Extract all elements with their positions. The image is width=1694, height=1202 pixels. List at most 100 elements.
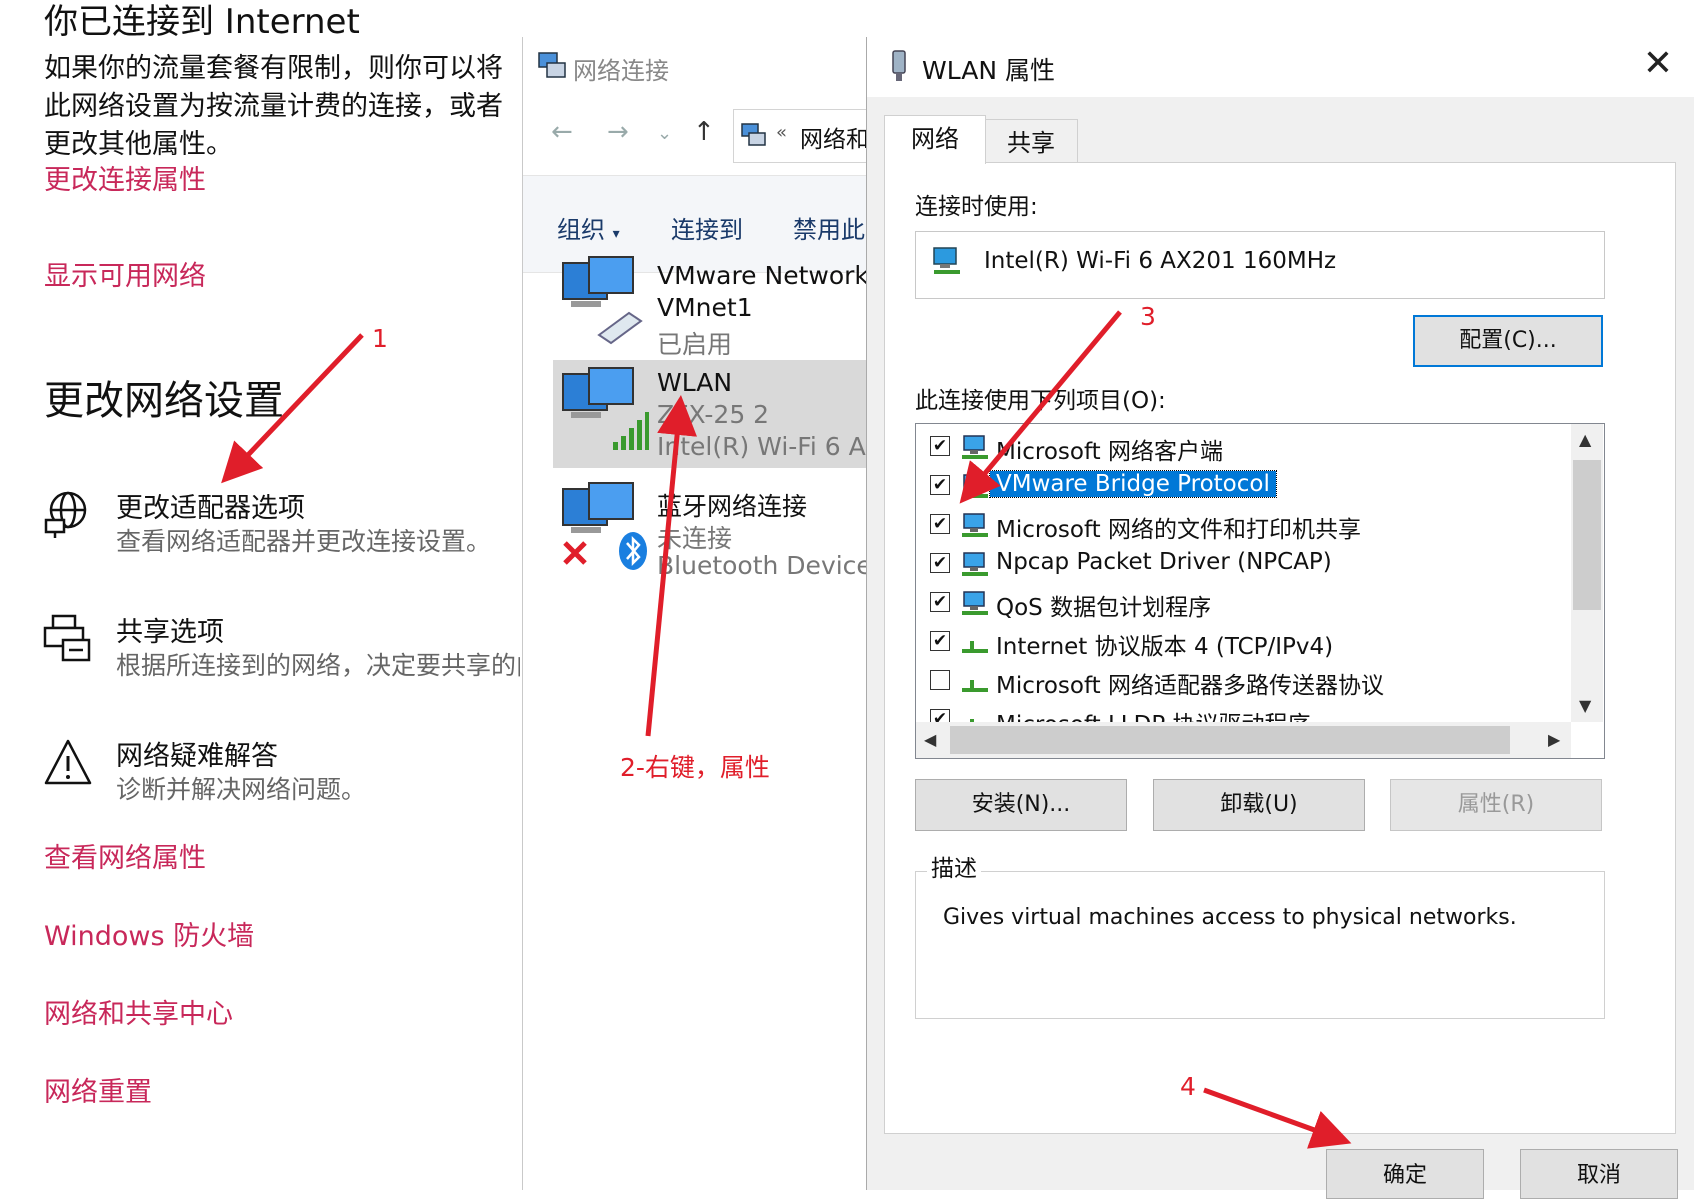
address-bar[interactable]: « 网络和 bbox=[733, 109, 871, 163]
component-checkbox[interactable]: ✔ bbox=[930, 592, 950, 612]
breadcrumb: 网络和 bbox=[800, 127, 869, 153]
protocol-icon bbox=[962, 680, 988, 692]
close-icon[interactable]: ✕ bbox=[1643, 43, 1673, 84]
dialog-titlebar: WLAN 属性 ✕ bbox=[867, 37, 1694, 97]
description-text: Gives virtual machines access to physica… bbox=[943, 905, 1517, 930]
vertical-scrollbar[interactable]: ▲ ▼ bbox=[1571, 424, 1603, 722]
connection-item-bluetooth[interactable]: 蓝牙网络连接 未连接 Bluetooth Device bbox=[553, 473, 871, 581]
network-component-icon bbox=[962, 474, 988, 498]
option-title: 共享选项 bbox=[116, 617, 224, 648]
network-component-icon bbox=[962, 435, 988, 459]
change-connection-properties-link[interactable]: 更改连接属性 bbox=[44, 158, 206, 197]
organize-menu[interactable]: 组织 ▾ bbox=[557, 210, 620, 245]
component-checkbox[interactable] bbox=[930, 670, 950, 690]
component-row[interactable]: ✔ Microsoft 网络客户端 bbox=[916, 428, 1571, 466]
component-label: Microsoft 网络适配器多路传送器协议 bbox=[996, 673, 1384, 699]
scroll-up-icon[interactable]: ▲ bbox=[1579, 430, 1591, 449]
network-component-icon bbox=[962, 591, 988, 615]
install-button[interactable]: 安装(N)... bbox=[915, 779, 1127, 831]
components-list: ✔ Microsoft 网络客户端 ✔ VMware Bridge Protocol ✔… bbox=[915, 423, 1605, 759]
network-adapter-icon bbox=[562, 256, 643, 345]
annotation-label-2: 2-右键，属性 bbox=[620, 753, 770, 782]
component-label: Npcap Packet Driver (NPCAP) bbox=[996, 549, 1332, 575]
tab-network[interactable]: 网络 bbox=[884, 115, 986, 164]
adapter-field: Intel(R) Wi-Fi 6 AX201 160MHz bbox=[915, 231, 1605, 299]
connection-network: VMnet1 bbox=[657, 293, 753, 322]
items-label: 此连接使用下列项目(O): bbox=[915, 388, 1166, 414]
back-icon[interactable]: ← bbox=[551, 117, 573, 147]
description-label: 描述 bbox=[927, 849, 981, 883]
breadcrumb-chevron-icon: « bbox=[776, 122, 788, 143]
annotation-label-4: 4 bbox=[1180, 1072, 1196, 1101]
component-checkbox[interactable]: ✔ bbox=[930, 553, 950, 573]
properties-button[interactable]: 属性(R) bbox=[1390, 779, 1602, 831]
forward-icon[interactable]: → bbox=[607, 117, 629, 147]
component-label: VMware Bridge Protocol bbox=[989, 470, 1277, 498]
connection-name: VMware Network bbox=[657, 261, 869, 290]
change-network-settings-heading: 更改网络设置 bbox=[44, 378, 284, 424]
option-title: 网络疑难解答 bbox=[116, 741, 278, 772]
printer-share-icon bbox=[43, 614, 91, 662]
horizontal-scrollbar[interactable]: ◀ ▶ bbox=[916, 722, 1571, 758]
network-sharing-center-link[interactable]: 网络和共享中心 bbox=[44, 992, 233, 1031]
network-troubleshooter[interactable]: 网络疑难解答 诊断并解决网络问题。 bbox=[40, 734, 520, 814]
network-tab-panel: 连接时使用: Intel(R) Wi-Fi 6 AX201 160MHz 配置(… bbox=[884, 162, 1676, 1134]
up-icon[interactable]: ↑ bbox=[693, 117, 715, 147]
network-reset-link[interactable]: 网络重置 bbox=[44, 1070, 152, 1109]
cancel-button[interactable]: 取消 bbox=[1520, 1149, 1678, 1199]
connection-status: 已启用 bbox=[657, 330, 733, 359]
connection-network: ZFX-25 2 bbox=[657, 400, 770, 429]
uninstall-button[interactable]: 卸载(U) bbox=[1153, 779, 1365, 831]
option-description: 根据所连接到的网络，决定要共享的内容。 bbox=[116, 651, 520, 680]
connection-item-wlan[interactable]: WLAN ZFX-25 2 Intel(R) Wi-Fi 6 AX bbox=[553, 360, 871, 468]
component-label: Microsoft 网络客户端 bbox=[996, 439, 1223, 465]
annotation-label-3: 3 bbox=[1140, 302, 1156, 331]
scroll-left-icon[interactable]: ◀ bbox=[924, 730, 936, 749]
component-label: Microsoft 网络的文件和打印机共享 bbox=[996, 517, 1361, 543]
dialog-title: WLAN 属性 bbox=[922, 56, 1055, 85]
change-adapter-options[interactable]: 更改适配器选项 查看网络适配器并更改连接设置。 bbox=[40, 486, 540, 566]
configure-button[interactable]: 配置(C)... bbox=[1413, 315, 1603, 367]
component-row[interactable]: ✔ Microsoft 网络的文件和打印机共享 bbox=[916, 506, 1571, 544]
component-row[interactable]: ✔ QoS 数据包计划程序 bbox=[916, 584, 1571, 622]
protocol-icon bbox=[962, 641, 988, 653]
component-label: Internet 协议版本 4 (TCP/IPv4) bbox=[996, 634, 1334, 660]
component-checkbox[interactable]: ✔ bbox=[930, 475, 950, 495]
connection-name: 蓝牙网络连接 bbox=[657, 492, 808, 521]
address-network-icon bbox=[741, 123, 766, 146]
warning-icon bbox=[44, 739, 92, 785]
connect-to-button[interactable]: 连接到 bbox=[671, 210, 743, 245]
component-row[interactable]: ✔ Npcap Packet Driver (NPCAP) bbox=[916, 545, 1571, 583]
connection-device: Intel(R) Wi-Fi 6 AX bbox=[657, 432, 871, 461]
component-row[interactable]: ✔ VMware Bridge Protocol bbox=[916, 467, 1571, 505]
hscroll-thumb[interactable] bbox=[950, 726, 1510, 754]
window-title: 网络连接 bbox=[573, 57, 669, 85]
component-row[interactable]: Microsoft 网络适配器多路传送器协议 bbox=[916, 662, 1571, 700]
wlan-adapter-icon bbox=[892, 50, 906, 81]
component-checkbox[interactable]: ✔ bbox=[930, 436, 950, 456]
component-checkbox[interactable]: ✔ bbox=[930, 631, 950, 651]
windows-firewall-link[interactable]: Windows 防火墙 bbox=[44, 914, 254, 953]
show-available-networks-link[interactable]: 显示可用网络 bbox=[44, 254, 206, 293]
adapter-name: Intel(R) Wi-Fi 6 AX201 160MHz bbox=[984, 248, 1337, 274]
connection-item-vmware[interactable]: VMware Network VMnet1 已启用 bbox=[553, 247, 871, 359]
annotation-label-1: 1 bbox=[372, 324, 388, 353]
sharing-options[interactable]: 共享选项 根据所连接到的网络，决定要共享的内容。 bbox=[40, 610, 520, 690]
view-network-properties-link[interactable]: 查看网络属性 bbox=[44, 836, 206, 875]
ok-button[interactable]: 确定 bbox=[1326, 1149, 1484, 1199]
recent-dropdown-icon[interactable]: ⌄ bbox=[657, 123, 672, 144]
option-description: 诊断并解决网络问题。 bbox=[116, 775, 367, 804]
wlan-properties-dialog: WLAN 属性 ✕ 网络 共享 连接时使用: Intel(R) Wi-Fi 6 … bbox=[866, 37, 1694, 1199]
component-checkbox[interactable]: ✔ bbox=[930, 514, 950, 534]
component-row[interactable]: ✔ Internet 协议版本 4 (TCP/IPv4) bbox=[916, 623, 1571, 661]
network-component-icon bbox=[962, 513, 988, 537]
tab-sharing[interactable]: 共享 bbox=[984, 119, 1078, 164]
scroll-thumb[interactable] bbox=[1573, 460, 1601, 610]
scroll-right-icon[interactable]: ▶ bbox=[1548, 730, 1560, 749]
connect-using-label: 连接时使用: bbox=[915, 194, 1038, 220]
disable-device-button[interactable]: 禁用此 bbox=[793, 210, 865, 245]
network-connections-window: 网络连接 ← → ⌄ ↑ « 网络和 组织 ▾ 连接到 禁用此 VMware N… bbox=[522, 37, 871, 1190]
globe-network-icon bbox=[44, 491, 87, 538]
scroll-down-icon[interactable]: ▼ bbox=[1579, 696, 1591, 715]
option-title: 更改适配器选项 bbox=[116, 493, 305, 524]
